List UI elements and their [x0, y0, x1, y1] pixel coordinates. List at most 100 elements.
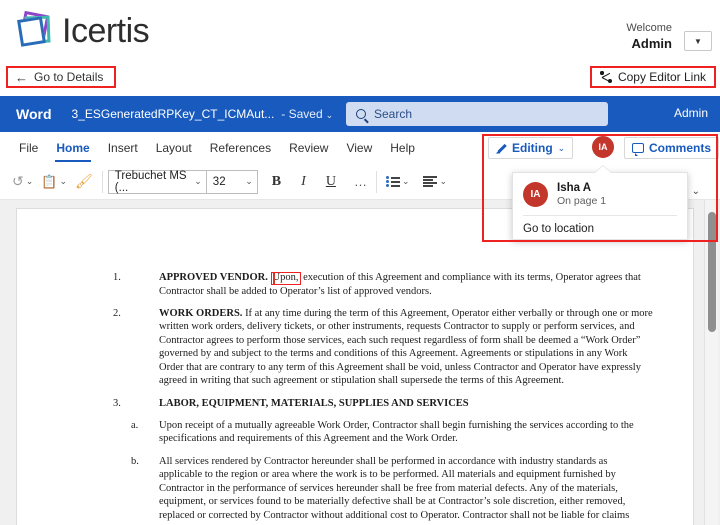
undo-button[interactable]: ↺ ⌄ [8, 169, 37, 195]
clause-item[interactable]: 2. WORK ORDERS. If at any time during th… [113, 307, 653, 388]
bullets-chevron-down-icon: ⌄ [402, 176, 410, 187]
editing-chevron-down-icon: ⌄ [558, 143, 566, 154]
search-placeholder: Search [374, 107, 412, 121]
copy-editor-link-label: Copy Editor Link [618, 70, 706, 84]
clipboard-icon: 📋 [41, 174, 57, 190]
highlighted-word-box[interactable]: Upon, [271, 272, 301, 285]
account-label[interactable]: Admin [674, 106, 708, 120]
clause-item[interactable]: b. All services rendered by Contractor h… [113, 455, 653, 522]
font-family-chevron-down-icon: ⌄ [194, 176, 202, 187]
popup-user-row: IA Isha A On page 1 [513, 173, 687, 215]
tab-review[interactable]: Review [280, 133, 337, 163]
highlighted-word: Upon, [273, 272, 299, 283]
arrow-left-icon: ← [15, 71, 28, 84]
font-family-select[interactable]: Trebuchet MS (... ⌄ [108, 170, 206, 194]
more-options-icon: … [354, 174, 367, 189]
clause-number: 1. [113, 271, 159, 298]
text-cursor [273, 273, 275, 284]
copy-editor-link-button[interactable]: Copy Editor Link [590, 66, 716, 88]
app-root: Icertis Welcome Admin ▼ ← Go to Details … [0, 0, 720, 525]
toolbar-divider-2 [376, 171, 377, 193]
format-painter-button[interactable]: 🖌 [71, 169, 97, 195]
presence-popup[interactable]: IA Isha A On page 1 Go to location [512, 172, 688, 240]
paragraph-align-button[interactable]: ⌄ [419, 169, 451, 195]
clause-text: All services rendered by Contractor here… [159, 455, 653, 522]
italic-label: I [301, 174, 306, 190]
clause-item[interactable]: a. Upon receipt of a mutually agreeable … [113, 419, 653, 446]
clause-title: APPROVED VENDOR. [159, 272, 268, 283]
search-input[interactable]: Search [346, 102, 608, 126]
save-status-chevron-down-icon: ⌄ [326, 110, 334, 120]
search-icon [356, 109, 366, 119]
undo-icon: ↺ [12, 173, 24, 190]
user-menu-chevron-down-icon[interactable]: ▼ [684, 31, 712, 51]
icertis-squares-logo-icon [14, 12, 54, 50]
paste-chevron-down-icon: ⌄ [59, 176, 67, 187]
tab-references[interactable]: References [201, 133, 280, 163]
scroll-up-chevron-icon[interactable]: ⌄ [692, 186, 700, 197]
word-app-name: Word [16, 106, 52, 122]
bulleted-list-button[interactable]: ⌄ [382, 169, 414, 195]
clause-number: a. [113, 419, 159, 446]
clause-body: If at any time during the term of this A… [159, 308, 653, 386]
tab-view[interactable]: View [337, 133, 381, 163]
more-formatting-button[interactable]: … [350, 169, 371, 195]
document-title[interactable]: 3_ESGeneratedRPKey_CT_ICMAut... [72, 107, 275, 121]
comments-button[interactable]: Comments [624, 137, 719, 159]
clause-item[interactable]: 1. APPROVED VENDOR. Upon, execution of t… [113, 271, 653, 298]
save-status-label: - Saved [281, 107, 322, 121]
clause-title: LABOR, EQUIPMENT, MATERIALS, SUPPLIES AN… [159, 398, 469, 409]
clause-text: APPROVED VENDOR. Upon, execution of this… [159, 271, 653, 298]
font-size-chevron-down-icon: ⌄ [245, 176, 253, 187]
clause-text: WORK ORDERS. If at any time during the t… [159, 307, 653, 388]
popup-user-name: Isha A [557, 181, 606, 195]
comments-label: Comments [649, 141, 711, 155]
welcome-block: Welcome Admin [626, 22, 672, 52]
toolbar-divider [102, 171, 103, 193]
presence-avatar[interactable]: IA [592, 136, 614, 158]
paste-button[interactable]: 📋 ⌄ [37, 169, 71, 195]
icertis-logo[interactable]: Icertis [14, 12, 149, 50]
welcome-label: Welcome [626, 22, 672, 36]
align-chevron-down-icon: ⌄ [439, 176, 447, 187]
clause-title: WORK ORDERS. [159, 308, 242, 319]
document-body[interactable]: 1. APPROVED VENDOR. Upon, execution of t… [113, 271, 653, 525]
clause-text: LABOR, EQUIPMENT, MATERIALS, SUPPLIES AN… [159, 397, 469, 410]
font-size-value: 32 [213, 176, 226, 188]
word-title-bar: Word 3_ESGeneratedRPKey_CT_ICMAut... - S… [0, 96, 720, 132]
tab-insert[interactable]: Insert [99, 133, 147, 163]
tab-layout[interactable]: Layout [147, 133, 201, 163]
tab-home[interactable]: Home [47, 133, 98, 163]
scrollbar-thumb[interactable] [708, 212, 716, 332]
save-status[interactable]: - Saved ⌄ [281, 107, 333, 121]
tab-file[interactable]: File [10, 133, 47, 163]
tab-help[interactable]: Help [381, 133, 424, 163]
icertis-header: Icertis Welcome Admin ▼ [0, 0, 720, 60]
paintbrush-icon: 🖌 [75, 173, 93, 190]
bold-button[interactable]: B [268, 169, 285, 195]
clause-text: Upon receipt of a mutually agreeable Wor… [159, 419, 653, 446]
go-to-location-action[interactable]: Go to location [513, 216, 687, 235]
clause-number: 2. [113, 307, 159, 388]
bulleted-list-icon [386, 176, 400, 187]
document-canvas[interactable]: 1. APPROVED VENDOR. Upon, execution of t… [0, 200, 720, 525]
vertical-scrollbar[interactable] [704, 200, 718, 525]
go-to-details-label: Go to Details [34, 70, 103, 84]
font-family-value: Trebuchet MS (... [115, 170, 194, 194]
comment-bubble-icon [632, 143, 644, 153]
bold-label: B [272, 174, 281, 190]
undo-chevron-down-icon: ⌄ [26, 176, 34, 187]
pencil-icon [496, 143, 507, 154]
popup-tail [595, 166, 611, 173]
font-size-select[interactable]: 32 ⌄ [206, 170, 258, 194]
popup-user-status: On page 1 [557, 195, 606, 208]
italic-button[interactable]: I [297, 169, 310, 195]
document-page[interactable]: 1. APPROVED VENDOR. Upon, execution of t… [16, 208, 694, 525]
underline-button[interactable]: U [322, 169, 340, 195]
clause-item[interactable]: 3. LABOR, EQUIPMENT, MATERIALS, SUPPLIES… [113, 397, 653, 410]
clause-number: 3. [113, 397, 159, 410]
go-to-details-button[interactable]: ← Go to Details [6, 66, 116, 88]
clause-number: b. [113, 455, 159, 522]
align-icon [423, 176, 437, 187]
editing-mode-button[interactable]: Editing ⌄ [488, 137, 573, 159]
